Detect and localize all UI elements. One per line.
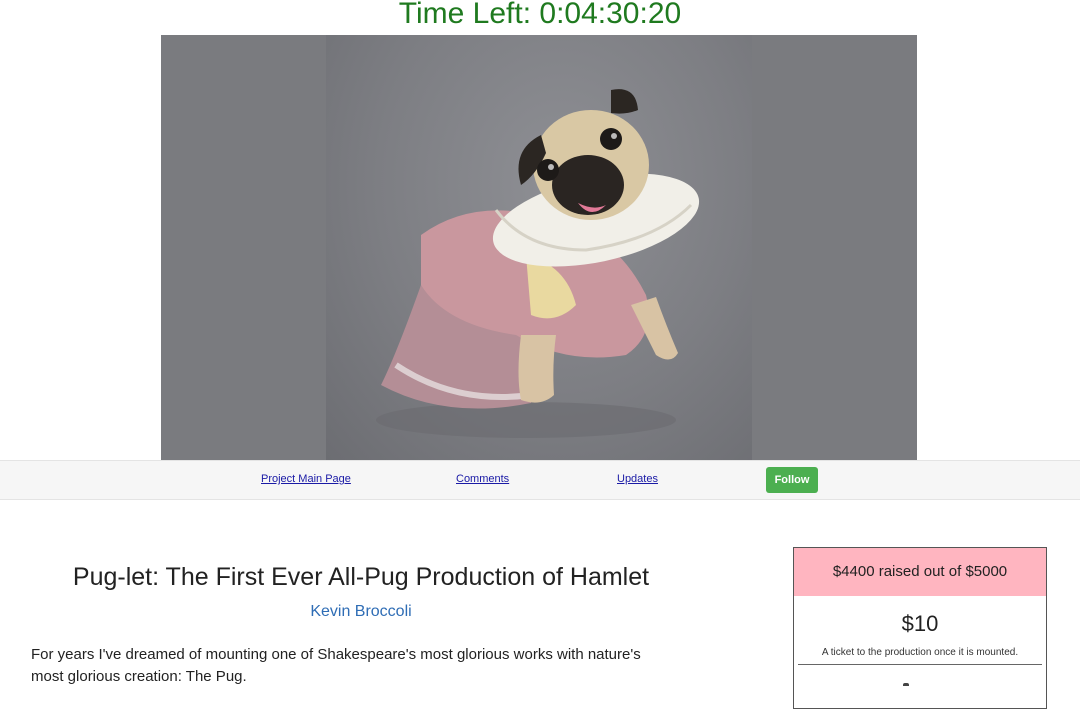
project-nav-bar: Project Main Page Comments Updates Follo… <box>0 460 1080 500</box>
nav-link-updates[interactable]: Updates <box>617 473 658 485</box>
nav-link-comments[interactable]: Comments <box>456 473 509 485</box>
reward-divider <box>798 664 1042 665</box>
project-title: Pug-let: The First Ever All-Pug Producti… <box>72 563 650 591</box>
reward-tier[interactable]: $10 A ticket to the production once it i… <box>794 610 1046 665</box>
reward-amount: $10 <box>901 611 939 636</box>
description-line-2: most glorious creation: The Pug. <box>31 668 247 685</box>
follow-button[interactable]: Follow <box>766 467 818 493</box>
pug-in-costume-photo <box>326 35 752 460</box>
funding-panel: $4400 raised out of $5000 $10 A ticket t… <box>793 547 1047 709</box>
project-hero-banner <box>161 35 917 460</box>
project-description: For years I've dreamed of mounting one o… <box>31 644 691 688</box>
time-left-countdown: Time Left: 0:04:30:20 <box>398 0 682 30</box>
reward-description: A ticket to the production once it is mo… <box>821 647 1019 658</box>
author-link[interactable]: Kevin Broccoli <box>0 601 722 623</box>
funding-summary: $4400 raised out of $5000 <box>794 548 1046 596</box>
description-line-1: For years I've dreamed of mounting one o… <box>31 646 641 663</box>
nav-link-project-main-page[interactable]: Project Main Page <box>261 473 351 485</box>
